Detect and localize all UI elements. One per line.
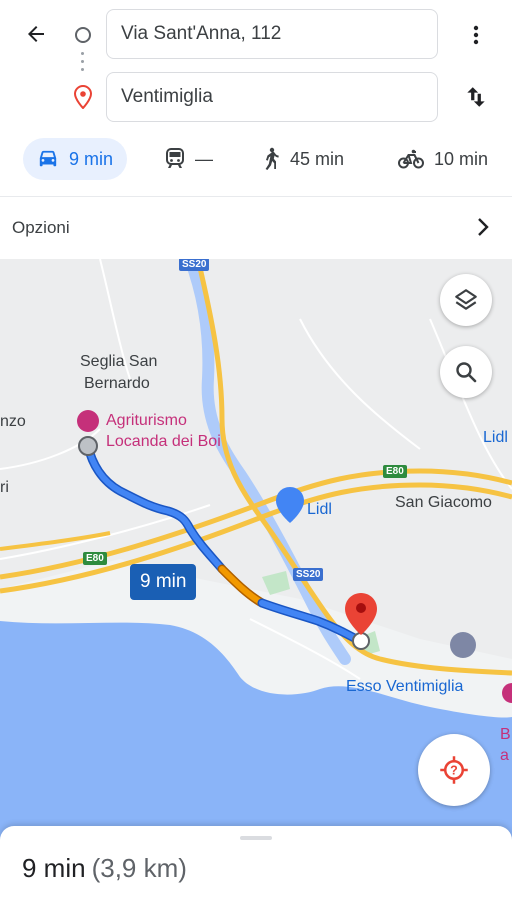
mode-walk[interactable]: 45 min <box>262 138 344 180</box>
options-label: Opzioni <box>12 218 70 237</box>
road-shield: SS20 <box>179 259 210 271</box>
map-place-label: ri <box>0 479 9 496</box>
travel-modes: 9 min — 45 min 10 min <box>0 138 512 180</box>
mode-drive-label: 9 min <box>69 148 114 169</box>
route-dots-icon <box>81 52 85 76</box>
mode-walk-label: 45 min <box>290 148 345 169</box>
route-summary-sheet[interactable]: 9 min (3,9 km) <box>0 826 512 900</box>
map-base <box>0 259 512 900</box>
origin-field[interactable]: Via Sant'Anna, 112 <box>106 9 438 59</box>
destination-pin-icon <box>73 85 93 109</box>
poi-label: a <box>500 747 509 764</box>
mode-bike[interactable]: 10 min <box>398 138 488 180</box>
road-shield: E80 <box>383 465 407 478</box>
poi-label[interactable]: Agriturismo <box>106 411 187 431</box>
map-place-label: Esso Ventimiglia <box>346 678 464 695</box>
poi-label: B <box>500 726 511 743</box>
swap-vert-icon <box>467 87 485 107</box>
route-distance: (3,9 km) <box>91 853 187 883</box>
chevron-right-icon <box>478 218 489 236</box>
route-time-badge[interactable]: 9 min <box>130 564 197 600</box>
search-icon <box>456 362 477 383</box>
mode-transit-label: — <box>195 148 213 169</box>
bike-icon <box>398 149 424 169</box>
more-vert-icon <box>473 25 479 45</box>
layers-icon <box>455 289 477 310</box>
walk-icon <box>265 147 279 170</box>
map-place-label: Seglia San <box>80 353 158 370</box>
destination-field-text: Ventimiglia <box>121 86 213 107</box>
map-place-label: nzo <box>0 413 26 430</box>
poi-label[interactable]: Locanda dei Boi <box>106 432 221 452</box>
destination-field[interactable]: Ventimiglia <box>106 72 438 122</box>
map-place-label: Lidl <box>483 429 508 446</box>
map-place-label: Lidl <box>307 501 332 518</box>
swap-button[interactable] <box>458 79 494 115</box>
svg-text:?: ? <box>450 763 458 777</box>
car-icon <box>39 150 57 167</box>
map-place-label: Bernardo <box>84 375 150 392</box>
more-options-button[interactable] <box>458 17 494 53</box>
my-location-icon: ? <box>440 756 468 784</box>
map-place-label: San Giacomo <box>395 494 492 511</box>
mode-drive[interactable]: 9 min <box>23 138 128 180</box>
origin-field-text: Via Sant'Anna, 112 <box>121 23 282 44</box>
road-shield: E80 <box>83 552 107 565</box>
mode-bike-label: 10 min <box>434 148 489 169</box>
options-row[interactable]: Opzioni <box>0 197 512 259</box>
search-button[interactable] <box>440 346 492 398</box>
map-view[interactable]: SS20 SS20 E80 E80 Seglia San Bernardo nz… <box>0 259 512 900</box>
arrow-left-icon <box>28 26 44 42</box>
route-time-text: 9 min <box>140 571 187 592</box>
route-summary: 9 min (3,9 km) <box>22 853 187 884</box>
drag-handle[interactable] <box>240 836 272 840</box>
mode-transit[interactable]: — <box>165 138 213 180</box>
road-shield: SS20 <box>293 568 324 581</box>
layers-button[interactable] <box>440 274 492 326</box>
origin-circle-icon <box>75 27 91 43</box>
train-icon <box>166 148 184 168</box>
route-duration: 9 min <box>22 853 86 883</box>
back-button[interactable] <box>18 16 54 52</box>
directions-header: Via Sant'Anna, 112 Ventimiglia 9 min — 4… <box>0 0 512 196</box>
my-location-button[interactable]: ? <box>418 734 490 806</box>
